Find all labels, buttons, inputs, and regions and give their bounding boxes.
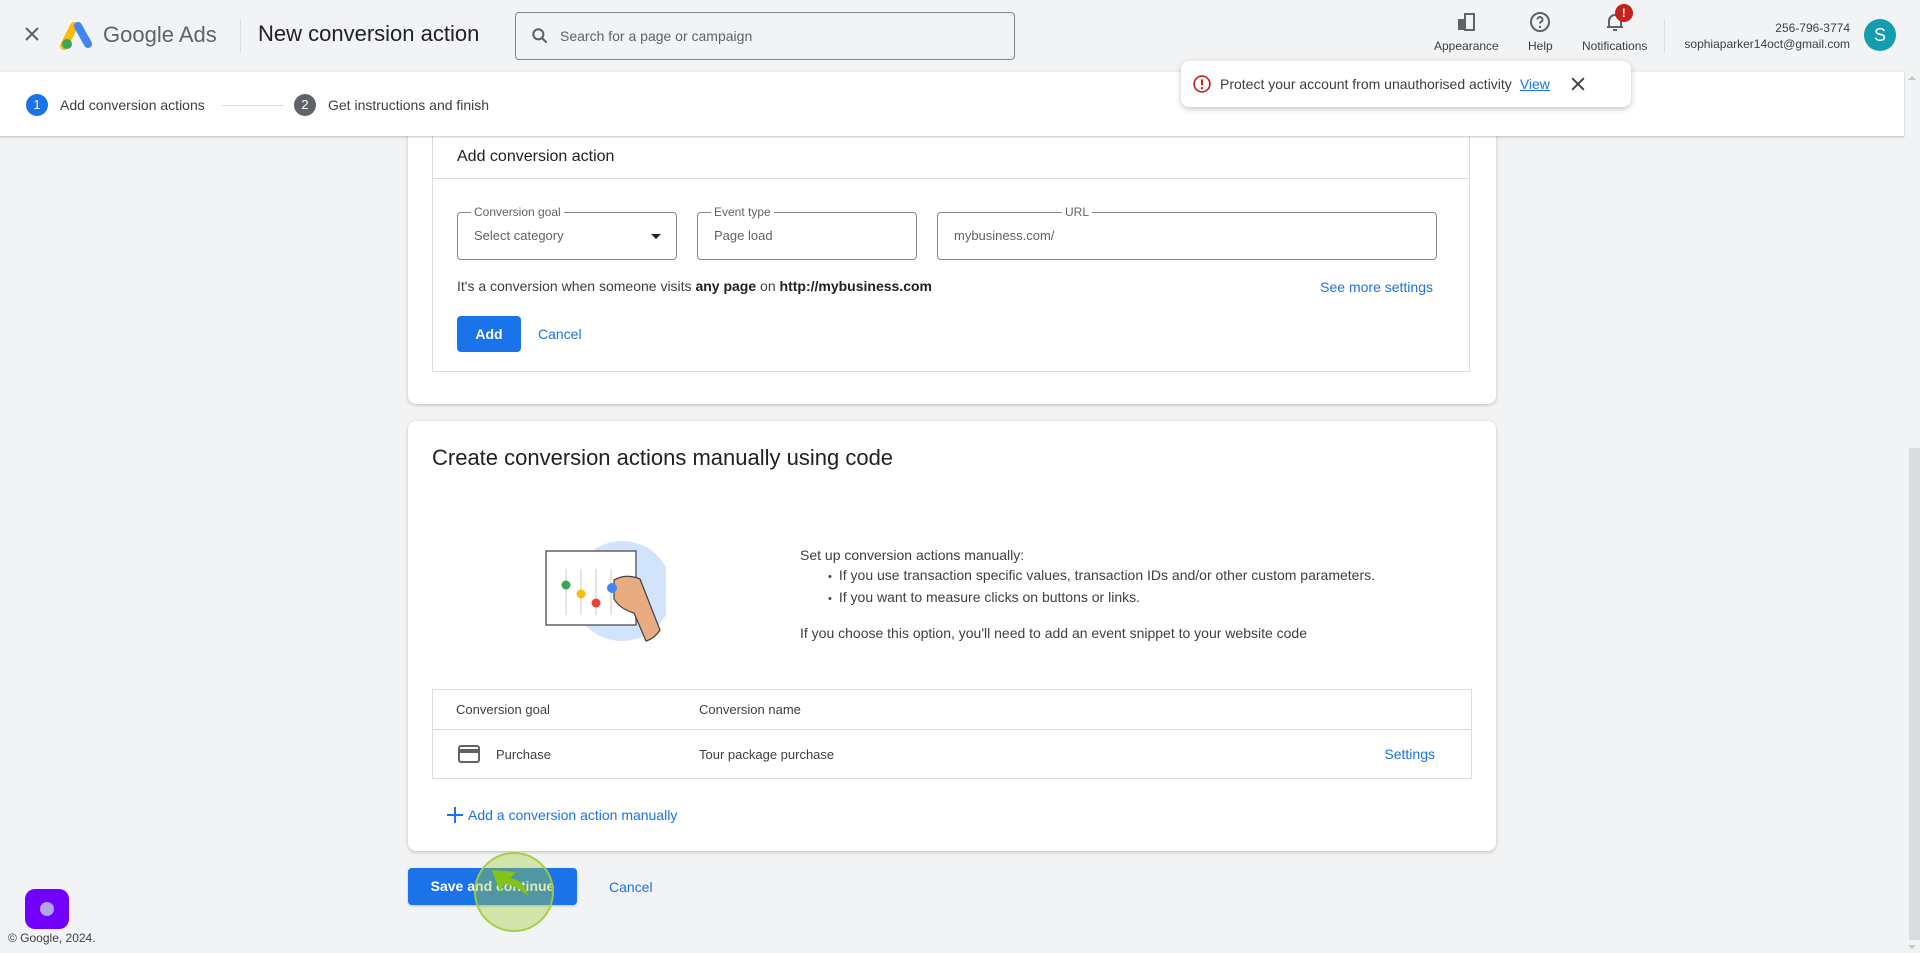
cancel-button[interactable]: Cancel [538,326,582,342]
step-get-instructions: 2 Get instructions and finish [294,94,489,116]
search-box[interactable] [515,12,1015,60]
close-icon[interactable] [1568,74,1588,94]
search-input[interactable] [560,28,980,44]
help-button[interactable]: Help [1528,10,1553,53]
divider [240,20,241,52]
account-email: sophiaparker14oct@gmail.com [1684,37,1850,51]
desc-bold: http://mybusiness.com [779,278,932,294]
step-add-conversion-actions: 1 Add conversion actions [26,94,205,116]
conversion-table: Conversion goal Conversion name Purchase… [432,689,1472,779]
manual-setup-info: Set up conversion actions manually: If y… [800,545,1375,643]
setup-intro: Set up conversion actions manually: [800,547,1025,563]
event-type-field[interactable]: Event type Page load [697,205,917,260]
close-icon[interactable] [20,22,44,46]
cell-goal: Purchase [496,747,551,762]
field-value: mybusiness.com/ [954,228,1055,243]
add-button[interactable]: Add [457,316,521,352]
step-number: 1 [26,94,48,116]
field-label: Conversion goal [471,205,564,219]
help-widget-button[interactable] [25,889,69,929]
google-ads-logo [60,22,92,50]
copyright: © Google, 2024. [8,931,96,945]
sliders-illustration [545,541,666,642]
field-value: Select category [474,228,564,243]
save-and-continue-button[interactable]: Save and continue [408,868,577,905]
step-label: Add conversion actions [60,97,205,113]
settings-link[interactable]: Settings [1384,746,1435,762]
section-title: Create conversion actions manually using… [432,445,894,470]
step-label: Get instructions and finish [328,97,490,113]
appearance-button[interactable]: Appearance [1434,10,1499,53]
account-info[interactable]: 256-796-3774 sophiaparker14oct@gmail.com [1684,20,1850,52]
security-toast: Protect your account from unauthorised a… [1181,61,1631,107]
help-label: Help [1528,39,1553,53]
column-header-name: Conversion name [699,702,801,717]
divider [433,178,1469,179]
section-title: Add conversion action [457,148,615,165]
notifications-button[interactable]: ! Notifications [1582,4,1648,53]
account-phone: 256-796-3774 [1775,21,1850,35]
scroll-down-arrow-icon[interactable] [1908,945,1916,949]
field-value: Page load [714,228,773,243]
notifications-label: Notifications [1582,39,1648,53]
add-conversion-card: Add conversion action Conversion goal Se… [408,100,1496,404]
see-more-settings-link[interactable]: See more settings [1320,279,1433,295]
field-label: URL [1062,205,1093,219]
add-manual-label: Add a conversion action manually [468,807,678,823]
credit-card-icon [458,745,480,763]
desc-bold: any page [695,278,757,294]
toast-message: Protect your account from unauthorised a… [1220,76,1512,92]
desc-text: It's a conversion when someone visits [457,278,696,294]
scrollbar-thumb[interactable] [1909,448,1920,940]
dropdown-arrow-icon [651,234,661,239]
toast-view-link[interactable]: View [1520,76,1550,92]
add-conversion-manually-link[interactable]: Add a conversion action manually [446,806,677,824]
step-connector [222,105,284,106]
desc-text: on [756,278,780,294]
step-number: 2 [294,94,316,116]
conversion-description: It's a conversion when someone visits an… [457,278,932,294]
cell-name: Tour package purchase [699,747,835,762]
avatar[interactable]: S [1864,19,1896,51]
appearance-label: Appearance [1434,39,1499,53]
conversion-goal-select[interactable]: Conversion goal Select category [457,205,677,260]
notification-badge: ! [1614,4,1633,22]
notifications-icon-wrap: ! [1603,4,1633,34]
setup-bullet: If you want to measure clicks on buttons… [839,587,1375,609]
cancel-button[interactable]: Cancel [609,879,653,895]
top-bar: Google Ads New conversion action Appeara… [0,0,1920,72]
divider [433,729,1471,730]
error-icon [1193,75,1211,93]
url-field[interactable]: URL mybusiness.com/ [937,205,1437,260]
add-conversion-panel: Add conversion action Conversion goal Se… [432,136,1470,372]
search-icon [532,28,548,44]
field-label: Event type [711,205,774,219]
scrollbar[interactable] [1904,72,1920,953]
setup-note: If you choose this option, you'll need t… [800,625,1308,641]
column-header-goal: Conversion goal [456,702,550,717]
help-icon [1530,12,1551,32]
setup-bullet: If you use transaction specific values, … [839,565,1375,587]
brand-name: Google Ads [103,22,217,47]
divider [1664,20,1665,52]
manual-conversion-card: Create conversion actions manually using… [408,421,1496,851]
scroll-up-arrow-icon[interactable] [1908,76,1916,80]
appearance-icon [1458,13,1476,31]
page-title: New conversion action [258,21,480,46]
plus-icon [447,807,463,823]
setup-bullets: If you use transaction specific values, … [839,565,1375,609]
